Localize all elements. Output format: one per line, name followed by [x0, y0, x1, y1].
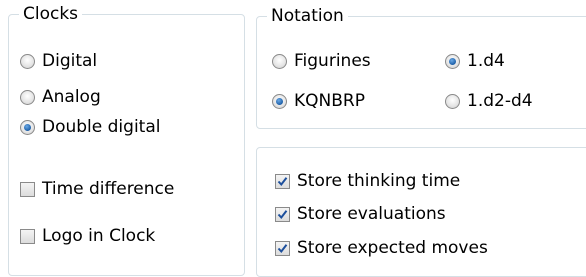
radio-label-kqnbrp: KQNBRP — [294, 91, 365, 111]
radio-label-figurines: Figurines — [294, 51, 371, 71]
checkbox[interactable] — [275, 240, 290, 256]
notation-group: Notation — [256, 5, 586, 129]
radio-button[interactable] — [20, 89, 35, 105]
radio-digital[interactable]: Digital — [20, 50, 97, 72]
checkbox-label-time-difference: Time difference — [42, 179, 175, 199]
checkbox-label-store-evaluations: Store evaluations — [297, 204, 446, 224]
radio-button[interactable] — [445, 93, 460, 109]
radio-label-1-d2-d4: 1.d2-d4 — [467, 91, 533, 111]
checkbox-store-evaluations[interactable]: Store evaluations — [275, 203, 446, 225]
notation-title: Notation — [267, 5, 348, 27]
radio-button[interactable] — [20, 119, 35, 135]
radio-label-double-digital: Double digital — [42, 117, 161, 137]
radio-button[interactable] — [20, 53, 35, 69]
checkbox-logo-in-clock[interactable]: Logo in Clock — [20, 225, 155, 247]
radio-label-analog: Analog — [42, 87, 101, 107]
checkbox-label-store-thinking-time: Store thinking time — [297, 171, 461, 191]
checkbox-label-store-expected-moves: Store expected moves — [297, 238, 488, 258]
radio-kqnbrp[interactable]: KQNBRP — [272, 90, 365, 112]
radio-label-digital: Digital — [42, 51, 98, 71]
checkbox[interactable] — [275, 173, 290, 189]
radio-double-digital[interactable]: Double digital — [20, 116, 160, 138]
checkbox[interactable] — [275, 206, 290, 222]
checkbox-label-logo-in-clock: Logo in Clock — [42, 226, 156, 246]
checkbox-store-thinking-time[interactable]: Store thinking time — [275, 170, 460, 192]
radio-label-1-d4: 1.d4 — [467, 51, 505, 71]
checkbox-time-difference[interactable]: Time difference — [20, 178, 174, 200]
radio-figurines[interactable]: Figurines — [272, 50, 371, 72]
radio-1-d4[interactable]: 1.d4 — [445, 50, 505, 72]
radio-1-d2-d4[interactable]: 1.d2-d4 — [445, 90, 533, 112]
checkbox[interactable] — [20, 228, 35, 244]
clocks-title: Clocks — [19, 3, 83, 25]
radio-analog[interactable]: Analog — [20, 86, 101, 108]
radio-button[interactable] — [445, 53, 460, 69]
checkbox[interactable] — [20, 181, 35, 197]
radio-button[interactable] — [272, 93, 287, 109]
checkbox-store-expected-moves[interactable]: Store expected moves — [275, 237, 488, 259]
radio-button[interactable] — [272, 53, 287, 69]
